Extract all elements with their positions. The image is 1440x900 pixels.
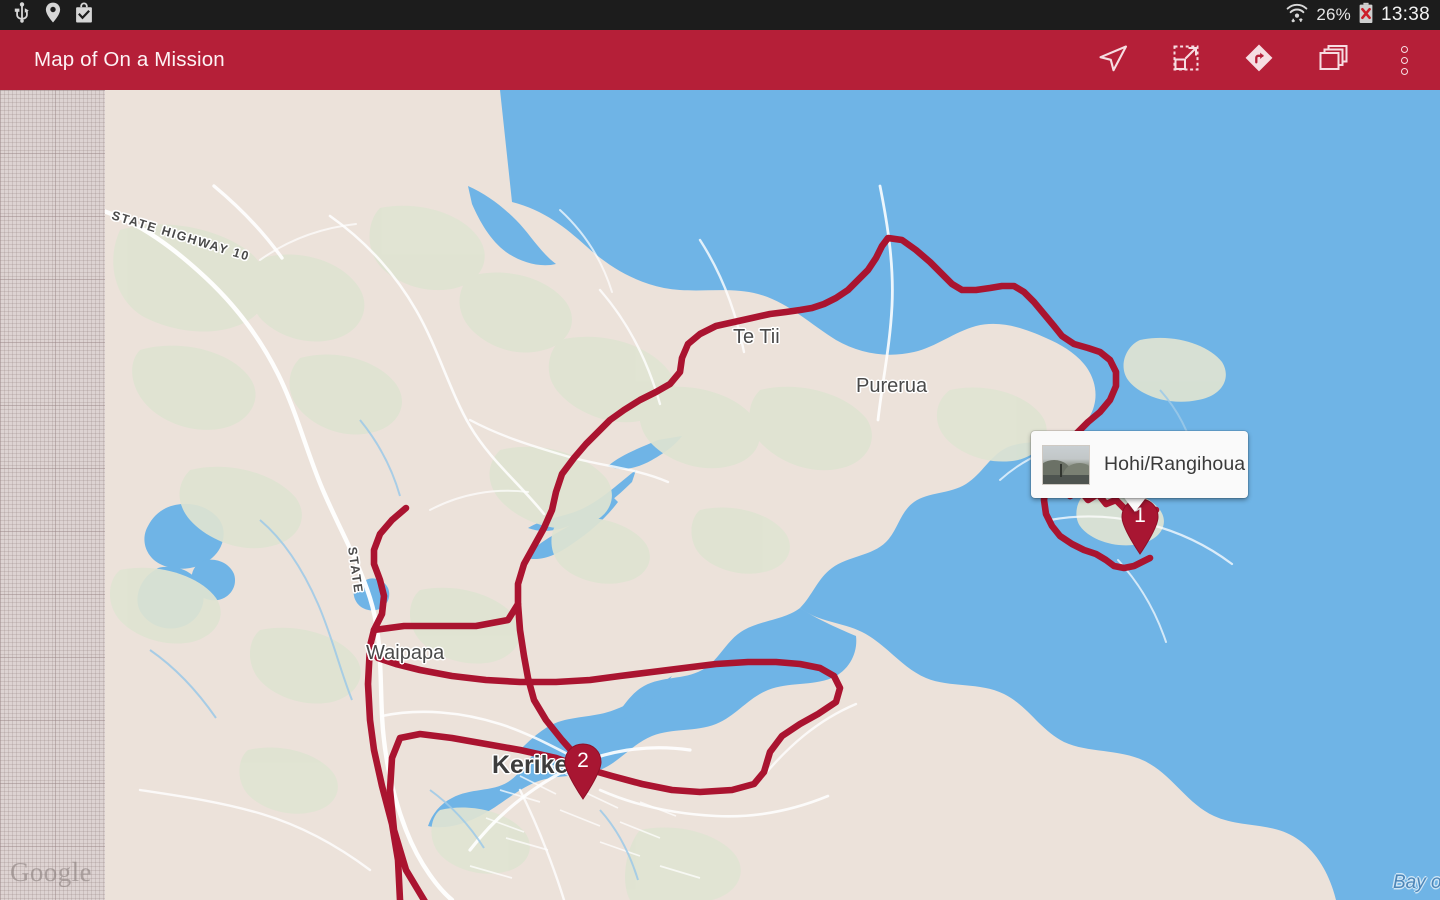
app-root: 26% 13:38 Map of On a Mission STATE HIGH… (0, 0, 1440, 900)
status-bar-left-icons (0, 2, 94, 28)
info-window-thumbnail (1042, 444, 1090, 485)
layers-icon (1314, 40, 1350, 81)
overflow-menu-icon (1400, 45, 1408, 75)
my-location-button[interactable] (1076, 30, 1149, 90)
overflow-menu-button[interactable] (1368, 30, 1440, 90)
unloaded-map-tiles (0, 90, 105, 900)
map-canvas[interactable]: STATE HIGHWAY 10 STATE Te Tii Purerua Wa… (0, 90, 1440, 900)
expand-icon (1168, 40, 1204, 81)
thumbnail-water (1043, 474, 1089, 484)
layers-button[interactable] (1295, 30, 1368, 90)
battery-percent-label: 26% (1316, 5, 1351, 24)
directions-icon (1241, 40, 1277, 81)
thumbnail-mast (1060, 463, 1062, 477)
app-bar: Map of On a Mission (0, 30, 1440, 90)
app-bar-actions (1076, 30, 1440, 90)
directions-button[interactable] (1222, 30, 1295, 90)
usb-icon (12, 2, 32, 28)
info-window-title: Hohi/Rangihoua (1104, 453, 1246, 475)
wifi-icon (1285, 2, 1309, 29)
status-bar: 26% 13:38 (0, 0, 1440, 30)
status-bar-right-indicators: 26% 13:38 (1285, 2, 1440, 29)
marker-pin-icon (564, 743, 602, 800)
map-marker-2[interactable]: 2 (561, 742, 605, 800)
page-title: Map of On a Mission (34, 48, 225, 71)
overflow-dot (1400, 67, 1408, 75)
clock-label: 13:38 (1380, 4, 1430, 25)
location-icon (45, 2, 61, 28)
my-location-icon (1095, 40, 1131, 81)
shopping-bag-check-icon (74, 2, 94, 28)
zoom-to-fit-button[interactable] (1149, 30, 1222, 90)
overflow-dot (1400, 45, 1408, 53)
battery-error-icon (1358, 2, 1374, 29)
info-window[interactable]: Hohi/Rangihoua (1031, 431, 1248, 498)
overflow-dot (1400, 56, 1408, 64)
